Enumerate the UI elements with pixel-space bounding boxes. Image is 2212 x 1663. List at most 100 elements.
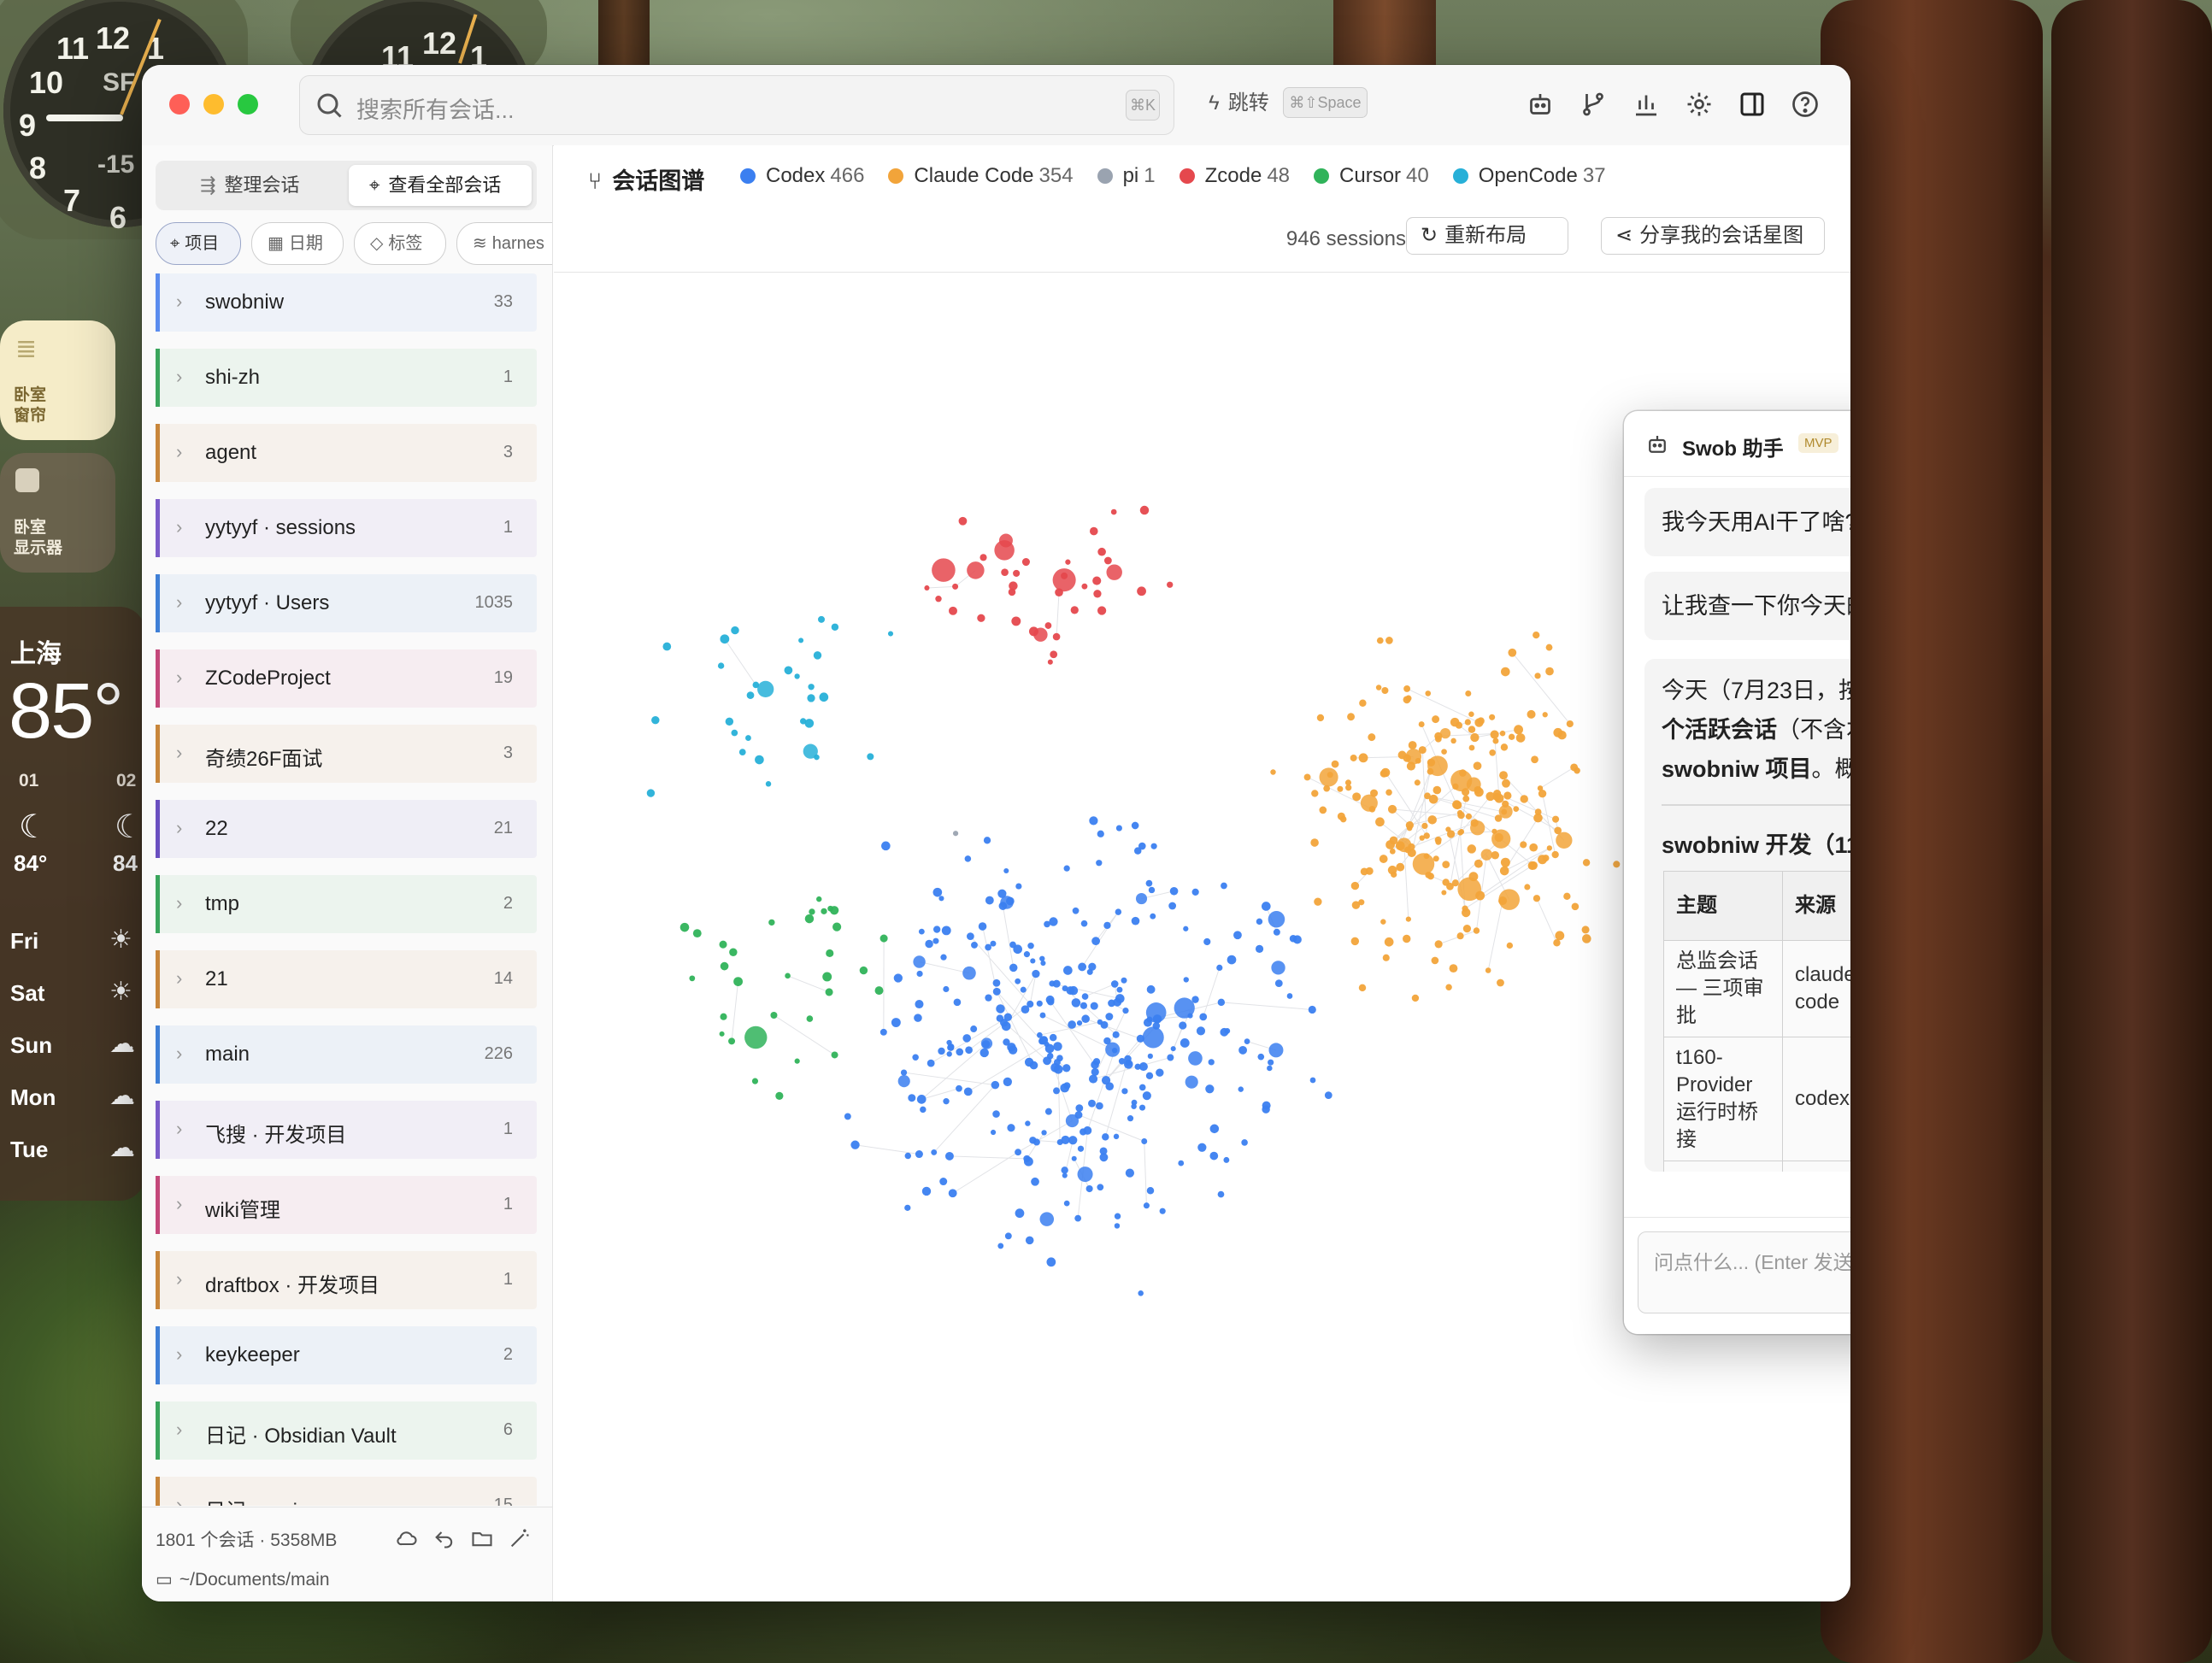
- project-row[interactable]: › 日记 · Obsidian Vault 6: [156, 1402, 537, 1460]
- session-node: [1072, 907, 1080, 914]
- home-curtain-widget[interactable]: ≣ 卧室 窗帘: [0, 320, 115, 440]
- session-node: [887, 631, 894, 637]
- legend-name: OpenCode: [1478, 164, 1578, 187]
- jump-button[interactable]: ϟ 跳转 ⌘⇧Space: [1209, 85, 1368, 120]
- session-node: [1553, 939, 1561, 947]
- project-row[interactable]: › main 226: [156, 1025, 537, 1084]
- weather-widget[interactable]: 上海 85° 01 02 ☾ ☾ 84° 84 Fri ☀ Sat ☀ Sun …: [0, 607, 145, 1201]
- view-all-sessions-tab[interactable]: ⌖ 查看全部会话: [349, 165, 532, 206]
- close-window-button[interactable]: [169, 94, 190, 115]
- session-node: [1223, 1156, 1230, 1163]
- chevron-right-icon: ›: [176, 441, 183, 462]
- project-row[interactable]: › keykeeper 2: [156, 1326, 537, 1384]
- project-row[interactable]: › draftbox · 开发项目 1: [156, 1251, 537, 1309]
- share-button[interactable]: ⋖ 分享我的会话星图: [1601, 217, 1825, 255]
- minimize-window-button[interactable]: [203, 94, 224, 115]
- session-node: [1497, 978, 1504, 987]
- session-node: [1080, 1002, 1088, 1009]
- project-color-bar: [156, 1477, 160, 1506]
- session-node: [745, 735, 751, 741]
- session-node: [768, 919, 775, 926]
- session-node: [1003, 1013, 1013, 1021]
- session-node: [1031, 1177, 1039, 1186]
- assistant-input[interactable]: 问点什么... (Enter 发送): [1638, 1231, 1850, 1313]
- project-row[interactable]: › 奇绩26F面试 3: [156, 725, 537, 783]
- robot-icon[interactable]: [1525, 89, 1556, 120]
- session-node: [1238, 1045, 1248, 1055]
- magic-wand-icon[interactable]: [508, 1526, 532, 1550]
- session-node: [1474, 787, 1484, 797]
- session-node: [916, 970, 923, 978]
- undo-icon[interactable]: [432, 1526, 456, 1550]
- cloud-icon[interactable]: [395, 1526, 419, 1550]
- project-row[interactable]: › 22 21: [156, 800, 537, 858]
- project-color-bar: [156, 1025, 160, 1084]
- session-node: [1489, 714, 1496, 720]
- table-row[interactable]: t154-Apache切换前置堵点清除codex4任务书落地: [1663, 1161, 1850, 1172]
- organize-icon: ⇶: [200, 174, 216, 196]
- legend-item[interactable]: Cursor 40: [1314, 164, 1429, 188]
- project-row[interactable]: › ZCodeProject 19: [156, 649, 537, 708]
- branch-icon[interactable]: [1578, 89, 1609, 120]
- project-row[interactable]: › yytyyf · Users 1035: [156, 574, 537, 632]
- session-node: [971, 941, 978, 949]
- session-node: [1311, 790, 1319, 797]
- project-row[interactable]: › wiki管理 1: [156, 1176, 537, 1234]
- chip-tag[interactable]: ◇ 标签: [354, 222, 446, 265]
- project-color-bar: [156, 273, 160, 332]
- device-label: 显示器: [14, 539, 63, 557]
- session-node: [1533, 813, 1543, 823]
- zoom-window-button[interactable]: [238, 94, 258, 115]
- bolt-icon: ϟ: [1209, 91, 1220, 115]
- chart-icon[interactable]: [1631, 89, 1662, 120]
- chip-harness[interactable]: ≋ harnes: [456, 222, 552, 265]
- project-row[interactable]: › shi-zh 1: [156, 349, 537, 407]
- legend-item[interactable]: OpenCode 37: [1452, 164, 1606, 188]
- project-count: 33: [493, 292, 513, 311]
- session-node: [1039, 955, 1045, 961]
- session-node: [1551, 815, 1560, 823]
- help-icon[interactable]: [1790, 89, 1821, 120]
- project-name: draftbox · 开发项目: [205, 1274, 380, 1297]
- project-row[interactable]: › 21 14: [156, 950, 537, 1008]
- sidebar-icon[interactable]: [1737, 89, 1768, 120]
- home-display-widget[interactable]: 卧室 显示器: [0, 453, 115, 573]
- organize-sessions-tab[interactable]: ⇶ 整理会话: [161, 165, 342, 206]
- sidebar: ⇶ 整理会话 ⌖ 查看全部会话 ⌖ 项目 ▦ 日期 ◇ 标签 ≋ harnes › swobn…: [142, 145, 553, 1601]
- session-node: [1025, 1236, 1034, 1245]
- session-node: [940, 954, 947, 961]
- legend-item[interactable]: pi 1: [1097, 164, 1156, 188]
- session-node: [956, 1084, 962, 1092]
- assistant-panel: Swob 助手 MVP claude 我今天用AI干了啥? 让我查一下你今天的会…: [1624, 411, 1850, 1334]
- project-row[interactable]: › yytyyf · sessions 1: [156, 499, 537, 557]
- relayout-button[interactable]: ↻ 重新布局: [1406, 217, 1568, 255]
- project-row[interactable]: › 飞搜 · 开发项目 1: [156, 1101, 537, 1159]
- chip-date[interactable]: ▦ 日期: [251, 222, 344, 265]
- session-node: [1077, 1166, 1093, 1183]
- legend-item[interactable]: Zcode 48: [1179, 164, 1290, 188]
- table-cell: codex: [1782, 1037, 1850, 1161]
- legend-item[interactable]: Claude Code 354: [888, 164, 1074, 188]
- search-bar[interactable]: 搜索所有会话... ⌘K: [299, 75, 1174, 135]
- table-row[interactable]: 总监会话 — 三项审批claude-code28验收与决策: [1663, 940, 1850, 1037]
- legend-item[interactable]: Codex 466: [740, 164, 864, 188]
- session-node: [991, 1080, 1000, 1090]
- session-node: [997, 1243, 1004, 1249]
- project-row[interactable]: › 日记 · main 15: [156, 1477, 537, 1506]
- session-node: [904, 1152, 912, 1160]
- session-node: [1360, 867, 1368, 876]
- folder-icon[interactable]: [470, 1526, 494, 1550]
- session-node: [1494, 832, 1503, 843]
- session-node: [1467, 844, 1477, 854]
- main-panel: ⑂ 会话图谱 Codex 466 Claude Code 354 pi 1 Zcode 48 Cu…: [554, 145, 1850, 1601]
- project-row[interactable]: › tmp 2: [156, 875, 537, 933]
- answer-post: 。概览如下：: [1811, 756, 1851, 782]
- session-node: [850, 1140, 860, 1149]
- session-node: [1053, 1059, 1061, 1067]
- project-row[interactable]: › agent 3: [156, 424, 537, 482]
- table-row[interactable]: t160-Provider运行时桥接codex1任务书落地: [1663, 1037, 1850, 1161]
- chip-project[interactable]: ⌖ 项目: [156, 222, 241, 265]
- gear-icon[interactable]: [1684, 89, 1715, 120]
- workspace-path[interactable]: ▭ ~/Documents/main: [156, 1569, 330, 1590]
- project-row[interactable]: › swobniw 33: [156, 273, 537, 332]
